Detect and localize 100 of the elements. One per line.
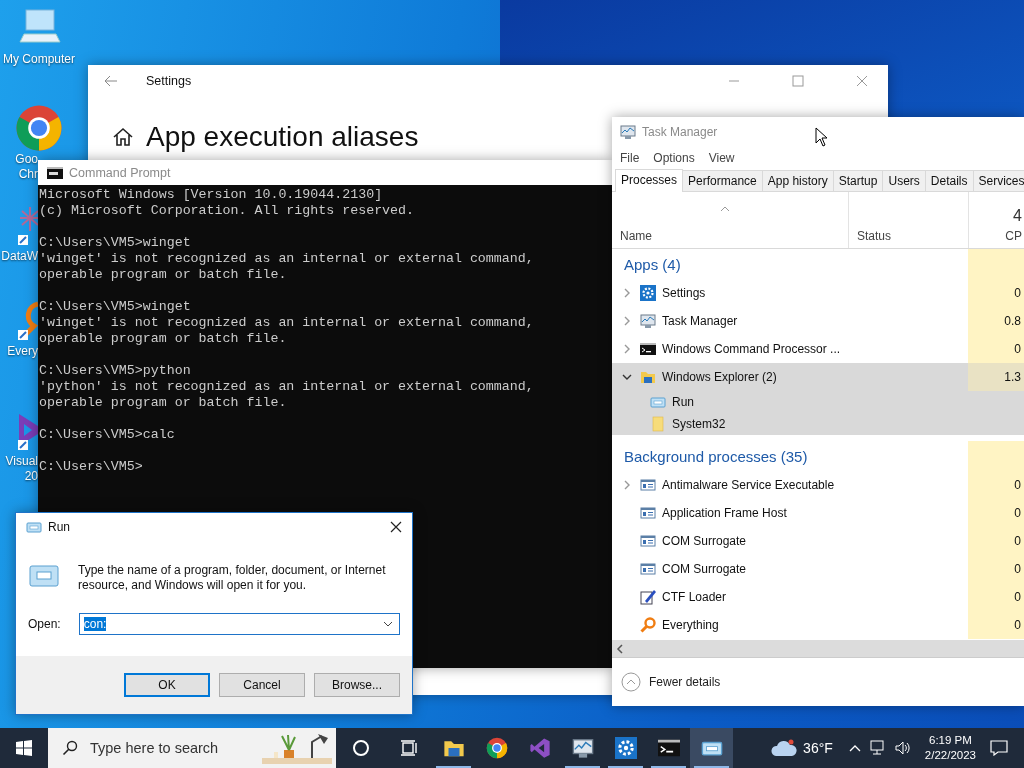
scroll-left-icon[interactable] xyxy=(616,643,624,654)
collapse-icon[interactable] xyxy=(621,672,641,692)
terminal-icon xyxy=(657,737,680,759)
circle-icon[interactable] xyxy=(352,739,370,757)
console-line: Microsoft Windows [Version 10.0.19044.2130] xyxy=(39,187,384,203)
process-name: Windows Command Processor ... xyxy=(662,342,841,356)
windows-logo-icon[interactable] xyxy=(16,740,32,756)
scrollbar[interactable] xyxy=(612,640,1024,657)
column-total: 4 xyxy=(1013,207,1022,225)
console-line: C:\Users\VM5>calc xyxy=(39,427,176,443)
tab[interactable]: Users xyxy=(882,170,926,191)
cpu-cell: 0 xyxy=(968,555,1024,583)
icon-label: DataW xyxy=(1,249,38,264)
process-row[interactable]: Application Frame Host 0 xyxy=(612,499,1024,527)
search-icon xyxy=(62,740,78,756)
speaker-icon[interactable] xyxy=(894,740,911,756)
process-row[interactable]: Windows Explorer (2) 1.3 xyxy=(612,363,1024,391)
column-header[interactable]: Status xyxy=(857,229,968,243)
cpu-cell: 1.3 xyxy=(968,363,1024,391)
process-name: Antimalware Service Executable xyxy=(662,478,835,492)
terminal-icon xyxy=(640,341,656,357)
window-icon xyxy=(640,561,656,577)
weather-text[interactable]: 36°F xyxy=(803,740,833,756)
window-icon xyxy=(640,477,656,493)
cpu-cell: 0 xyxy=(968,611,1024,639)
dialog-button[interactable]: OK xyxy=(124,673,210,697)
tab[interactable]: Performance xyxy=(682,170,763,191)
process-row[interactable]: COM Surrogate 0 xyxy=(612,555,1024,583)
taskbar-app[interactable] xyxy=(690,728,733,768)
menu-item[interactable]: Options xyxy=(653,150,695,165)
search-field[interactable]: Type here to search xyxy=(88,739,262,757)
chevron-up-icon[interactable] xyxy=(848,744,861,752)
window-title: Settings xyxy=(146,74,192,88)
clock-date[interactable]: 2/22/2023 xyxy=(924,748,976,763)
dialog-button[interactable]: Browse... xyxy=(314,673,400,697)
icon-label: 20 xyxy=(24,469,38,484)
close-icon[interactable] xyxy=(390,521,402,533)
console-line: operable program or batch file. xyxy=(39,267,288,283)
cpu-cell: 0 xyxy=(968,471,1024,499)
home-icon[interactable] xyxy=(112,127,134,147)
menu-item[interactable]: View xyxy=(708,150,735,165)
process-row[interactable]: CTF Loader 0 xyxy=(612,583,1024,611)
run-window-icon xyxy=(650,394,666,410)
fewer-details-link[interactable]: Fewer details xyxy=(649,675,721,689)
cpu-cell: 0.8 xyxy=(968,307,1024,335)
column-header[interactable]: Name xyxy=(620,229,848,243)
process-name: Application Frame Host xyxy=(662,506,787,520)
process-row[interactable]: Everything 0 xyxy=(612,611,1024,639)
tab[interactable]: Services xyxy=(972,170,1024,191)
run-window-icon xyxy=(28,563,60,589)
chevron-right-icon[interactable] xyxy=(622,288,632,298)
window-title: Run xyxy=(48,520,70,534)
menu-item[interactable]: File xyxy=(620,150,640,165)
folder-icon xyxy=(650,416,666,432)
tab[interactable]: Details xyxy=(924,170,974,191)
tab[interactable]: Startup xyxy=(832,170,884,191)
process-row[interactable]: Task Manager 0.8 xyxy=(612,307,1024,335)
clock-time[interactable]: 6:19 PM xyxy=(929,733,972,748)
dialog-button[interactable]: Cancel xyxy=(219,673,305,697)
process-row[interactable]: Windows Command Processor ... 0 xyxy=(612,335,1024,363)
console-line: (c) Microsoft Corporation. All rights reserved. xyxy=(39,203,416,219)
window-name: System32 xyxy=(672,417,726,431)
search-bar[interactable]: Type here to search xyxy=(48,728,336,768)
column-header[interactable]: CP xyxy=(1005,229,1022,243)
icon-label: My Computer xyxy=(3,52,75,67)
notification-icon[interactable] xyxy=(990,740,1008,756)
browser-icon[interactable] xyxy=(15,104,63,152)
chevron-right-icon[interactable] xyxy=(622,316,632,326)
cpu-cell: 0 xyxy=(968,527,1024,555)
monitor-chart-icon xyxy=(620,124,636,140)
chevron-right-icon[interactable] xyxy=(622,344,632,354)
chevron-right-icon[interactable] xyxy=(622,480,632,490)
group-heading: Apps (4) xyxy=(623,255,682,273)
console-line: 'python' is not recognized as an internal or external command, xyxy=(39,379,535,395)
back-arrow-icon[interactable] xyxy=(104,75,118,87)
process-name: Windows Explorer (2) xyxy=(662,370,777,384)
process-row[interactable]: Antimalware Service Executable 0 xyxy=(612,471,1024,499)
cpu-cell xyxy=(968,249,1024,279)
process-row[interactable]: Settings 0 xyxy=(612,279,1024,307)
console-line: operable program or batch file. xyxy=(39,331,288,347)
browser-icon xyxy=(485,737,508,759)
monitor-chart-icon xyxy=(571,737,594,759)
chevron-down-icon[interactable] xyxy=(622,372,632,382)
ribbon-logo-icon xyxy=(528,737,551,759)
task-view-icon[interactable] xyxy=(400,739,418,757)
pen-icon xyxy=(640,589,656,605)
monitor-chart-icon xyxy=(640,313,656,329)
console-line: C:\Users\VM5> xyxy=(39,459,144,475)
process-name: Settings xyxy=(662,286,706,300)
cloud-icon[interactable] xyxy=(771,738,798,758)
tab[interactable]: App history xyxy=(761,170,834,191)
open-combo-box[interactable]: con: xyxy=(78,613,400,635)
process-row[interactable]: COM Surrogate 0 xyxy=(612,527,1024,555)
cpu-cell: 0 xyxy=(968,279,1024,307)
console-line: 'winget' is not recognized as an internal or external command, xyxy=(39,315,535,331)
desk-lamp-drawing xyxy=(262,732,332,764)
dropdown-icon[interactable] xyxy=(383,621,393,627)
cpu-cell: 0 xyxy=(968,335,1024,363)
tab[interactable]: Processes xyxy=(615,169,684,192)
network-icon[interactable] xyxy=(868,740,887,756)
